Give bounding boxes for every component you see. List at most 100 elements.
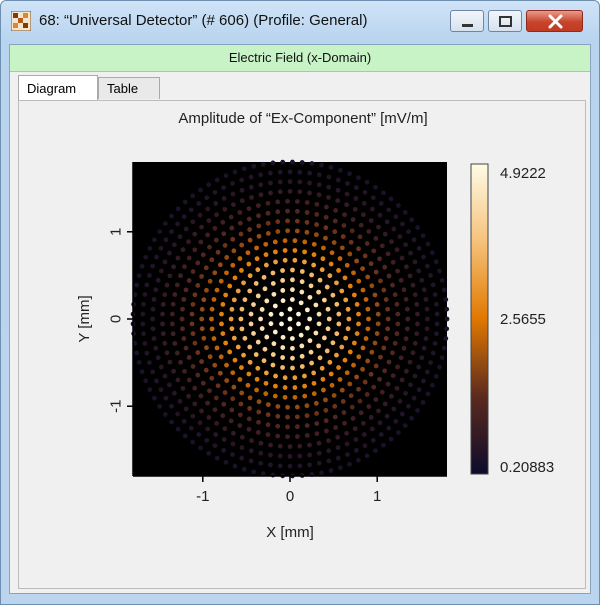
field-spot [297, 443, 303, 449]
field-spot [231, 297, 237, 303]
field-spot [282, 238, 288, 244]
field-spot [211, 336, 217, 341]
field-spot [139, 263, 145, 269]
field-spot [134, 282, 140, 288]
field-spot [143, 254, 149, 260]
field-spot [167, 273, 173, 279]
field-spot [282, 385, 288, 390]
field-spot [343, 297, 349, 303]
field-spot [340, 234, 346, 239]
field-spot [321, 387, 326, 393]
field-spot [326, 458, 332, 464]
field-spot [224, 255, 230, 260]
field-spot [258, 172, 264, 178]
field-spot [395, 268, 400, 274]
field-spot [403, 296, 409, 302]
field-spot [414, 331, 420, 337]
field-spot [304, 200, 310, 205]
field-spot [147, 387, 153, 393]
maximize-icon [499, 16, 512, 27]
maximize-button[interactable] [488, 10, 522, 32]
field-spot [347, 251, 353, 257]
field-spot [160, 301, 166, 307]
field-spot [248, 311, 254, 317]
field-spot [143, 378, 149, 384]
field-spot [415, 408, 420, 413]
field-spot [397, 234, 403, 240]
field-spot [307, 294, 313, 300]
field-spot [256, 223, 262, 229]
field-spot [213, 432, 219, 437]
field-spot [299, 353, 305, 359]
field-spot [323, 214, 329, 220]
field-spot [287, 326, 293, 332]
field-spot [381, 442, 386, 448]
field-spot [190, 219, 196, 225]
field-spot [302, 259, 307, 265]
field-spot [141, 301, 146, 307]
field-spot [396, 430, 401, 435]
field-spot [186, 278, 192, 283]
field-spot [175, 377, 181, 383]
field-spot [277, 179, 283, 185]
field-spot [188, 207, 194, 213]
field-spot [280, 288, 286, 293]
field-spot [316, 450, 322, 456]
field-spot [375, 321, 381, 327]
field-spot [162, 292, 168, 298]
field-spot [381, 345, 387, 351]
field-spot [175, 206, 181, 212]
field-spot [280, 334, 286, 340]
field-spot [275, 229, 281, 234]
title-bar[interactable]: 68: “Universal Detector” (# 606) (Profil… [1, 1, 599, 41]
field-spot [309, 161, 315, 166]
tab-table[interactable]: Table [98, 77, 160, 99]
field-spot [237, 256, 243, 261]
field-spot [180, 326, 185, 332]
field-spot [246, 261, 252, 267]
field-spot [190, 439, 196, 445]
field-spot [223, 459, 229, 465]
minimize-button[interactable] [450, 10, 484, 32]
field-spot [308, 349, 314, 355]
field-spot [430, 282, 436, 288]
amplitude-chart[interactable]: Amplitude of “Ex-Component” [mV/m] -1 0 1 -… [19, 101, 585, 588]
field-spot [230, 452, 235, 457]
field-spot [139, 369, 145, 375]
field-spot [404, 264, 409, 270]
field-spot [164, 282, 170, 288]
field-spot [304, 325, 310, 331]
field-spot [307, 180, 312, 186]
field-spot [441, 345, 447, 351]
field-spot [356, 246, 361, 252]
field-spot [169, 419, 174, 425]
tab-diagram[interactable]: Diagram [18, 75, 98, 101]
field-spot [268, 180, 273, 186]
field-spot [390, 259, 396, 265]
field-spot [171, 264, 177, 270]
field-spot [331, 393, 337, 398]
field-spot [178, 359, 183, 365]
field-spot [201, 297, 207, 303]
field-spot [419, 277, 425, 283]
field-spot [356, 278, 362, 284]
field-spot [211, 297, 217, 302]
field-spot [192, 231, 198, 237]
close-button[interactable] [526, 10, 583, 32]
field-spot [182, 368, 187, 374]
field-spot [206, 218, 212, 223]
field-spot [351, 362, 356, 368]
field-spot [407, 273, 413, 279]
field-spot [287, 444, 293, 449]
field-spot [267, 170, 273, 176]
field-spot [424, 263, 430, 269]
field-spot [239, 326, 245, 332]
field-spot [403, 390, 408, 396]
field-spot [199, 224, 204, 230]
field-spot [307, 338, 313, 344]
field-spot [360, 366, 365, 372]
field-spot [356, 321, 361, 327]
field-spot [340, 399, 346, 404]
field-spot [336, 321, 342, 327]
field-spot [199, 408, 204, 414]
